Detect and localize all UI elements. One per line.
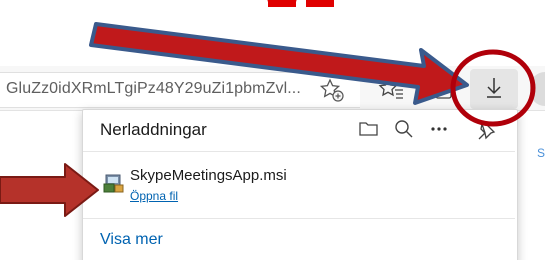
show-more-link[interactable]: Visa mer xyxy=(100,231,163,249)
more-icon[interactable] xyxy=(427,117,451,141)
page-edge-letter: S xyxy=(537,146,545,160)
installer-package-icon xyxy=(103,174,124,193)
downloads-panel-title: Nerladdningar xyxy=(100,120,207,139)
open-folder-icon[interactable] xyxy=(357,117,381,141)
address-bar-text[interactable]: GluZz0idXRmLTgiPz48Y29uZi1pbmZvl... xyxy=(6,80,301,98)
add-favorite-icon[interactable] xyxy=(318,76,346,104)
pin-icon[interactable] xyxy=(474,117,498,141)
annotation-title-fragment xyxy=(267,0,334,7)
panel-divider xyxy=(83,218,515,219)
collections-icon[interactable] xyxy=(430,76,458,104)
panel-divider xyxy=(83,151,515,152)
download-icon[interactable] xyxy=(480,74,508,102)
screenshot-stage: GluZz0idXRmLTgiPz48Y29uZi1pbmZvl... S Ne… xyxy=(0,0,545,260)
search-icon[interactable] xyxy=(392,117,416,141)
open-file-link[interactable]: Öppna fil xyxy=(130,189,178,203)
download-file-name: SkypeMeetingsApp.msi xyxy=(130,167,287,184)
favorites-icon[interactable] xyxy=(378,76,406,104)
